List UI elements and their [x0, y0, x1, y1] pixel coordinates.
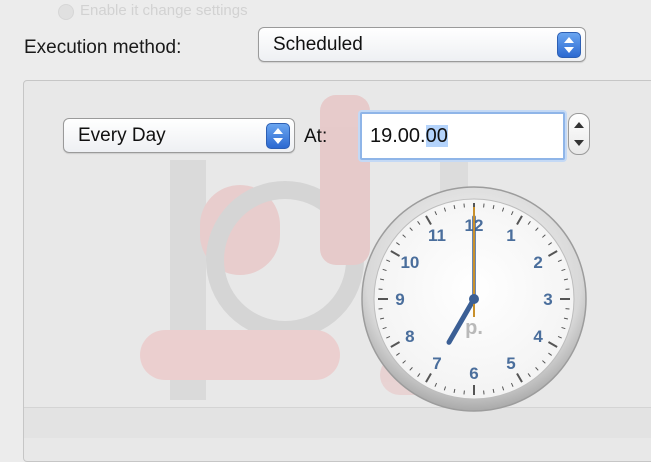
popup-arrows-icon: [266, 123, 290, 149]
clock-number: 6: [469, 364, 478, 383]
stepper-down-icon[interactable]: [574, 140, 584, 146]
clock-center-cap: [469, 294, 479, 304]
at-label: At:: [304, 126, 327, 148]
clock-number: 7: [432, 354, 441, 373]
clock-number: 11: [428, 226, 446, 245]
stepper-up-icon[interactable]: [574, 122, 584, 128]
frequency-value: Every Day: [78, 119, 166, 152]
analog-clock: 121234567891011 p.: [359, 184, 589, 414]
time-field[interactable]: 19.00.00: [360, 112, 565, 160]
clock-number: 1: [506, 226, 515, 245]
clock-number: 10: [400, 253, 419, 272]
time-stepper[interactable]: [568, 113, 590, 155]
clock-number: 8: [405, 327, 414, 346]
frequency-popup[interactable]: Every Day: [63, 118, 295, 153]
clock-number: 9: [395, 290, 404, 309]
clock-number: 4: [533, 327, 543, 346]
clock-number: 5: [506, 354, 515, 373]
time-selected-segment: 00: [426, 125, 448, 147]
clock-meridiem: p.: [465, 317, 483, 339]
clock-number: 2: [533, 253, 542, 272]
clock-number: 3: [543, 290, 552, 309]
time-prefix: 19.00.: [370, 125, 426, 147]
